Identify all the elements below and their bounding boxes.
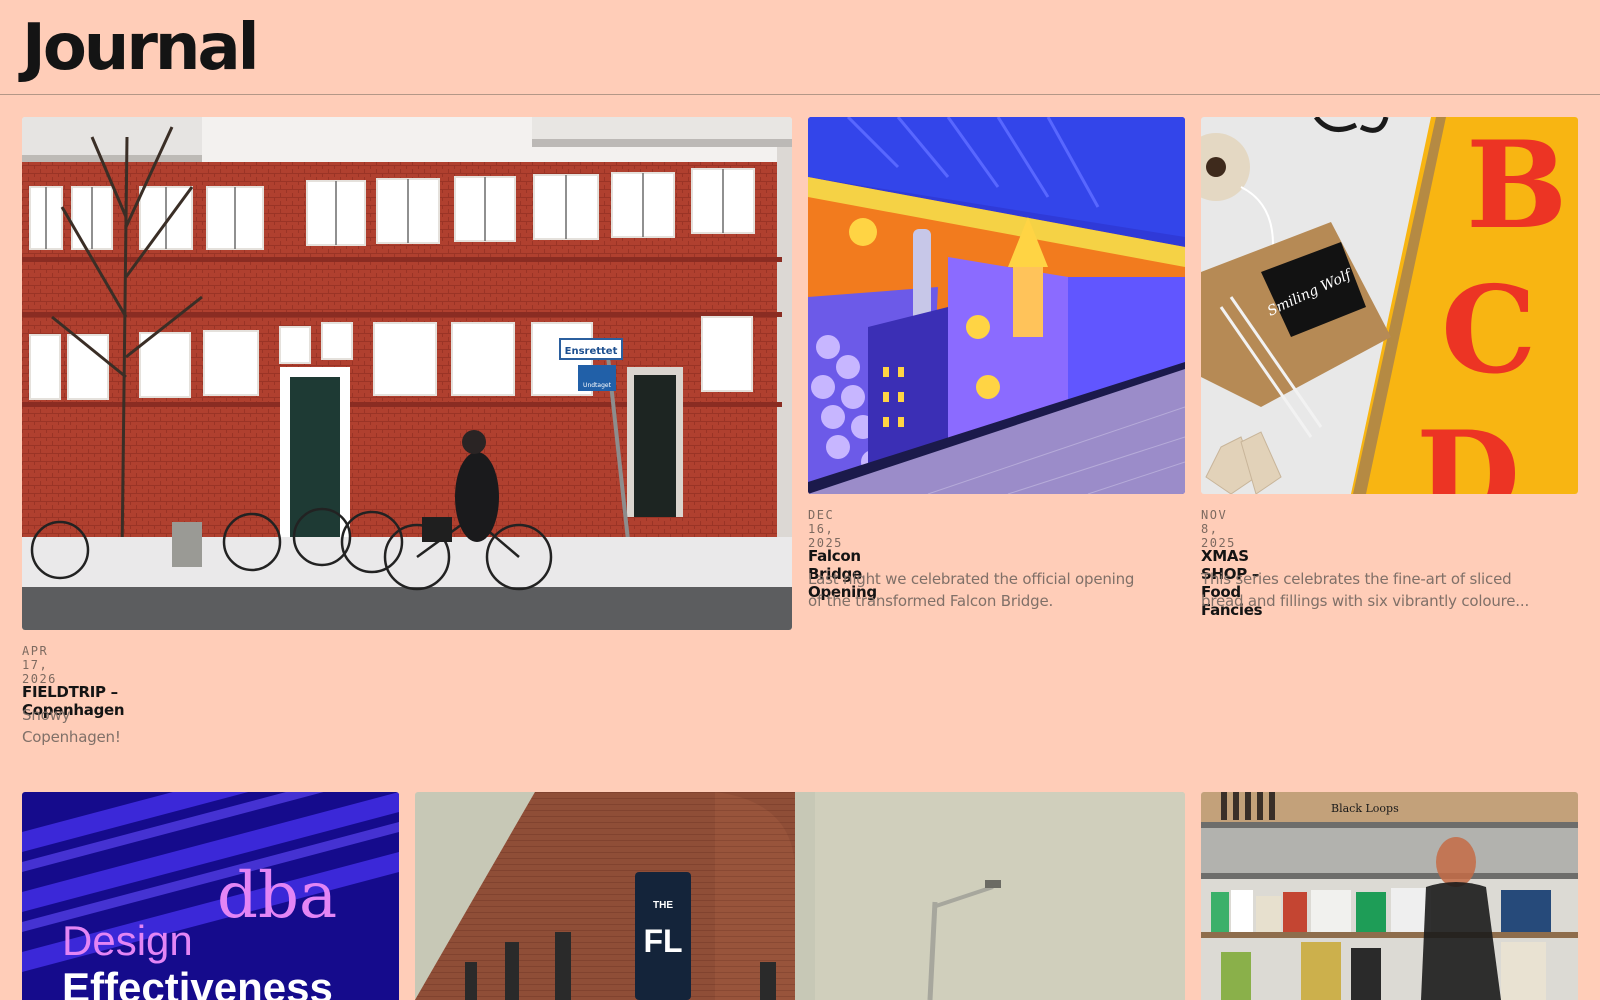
dba-effectiveness-text: Effectiveness [62,964,333,1000]
poster-letter-c: C [1441,260,1537,401]
sign-ensrettet: Ensrettet [565,346,618,357]
dba-wordmark: dba [217,859,337,933]
card-image-falcon-bridge-mural[interactable] [808,117,1185,494]
post-date: NOV 8, 2025 [1201,508,1236,550]
card-image-xmas-shop[interactable]: B C D Smiling Wolf [1201,117,1578,494]
post-excerpt-line: bread and fillings with six vibrantly co… [1201,592,1530,610]
post-excerpt-line: Last night we celebrated the official op… [808,570,1135,588]
building-sign-main: FL [643,923,682,959]
card-image-shop-shelves[interactable]: Black Loops [1201,792,1578,1000]
card-image-dba-design-effectiveness[interactable]: dba Design Effectiveness [22,792,399,1000]
post-date: APR 17, 2026 [22,644,57,686]
post-excerpt: Last night we celebrated the official op… [808,568,1148,612]
poster-letter-d: D [1416,405,1520,494]
card-image-copenhagen-street[interactable]: Ensrettet Undtaget [22,117,792,630]
post-date: DEC 16, 2025 [808,508,843,550]
dba-design-text: Design [62,917,193,964]
page-header: Journal [0,0,1600,95]
page-title: Journal [22,11,260,85]
post-excerpt-line: of the transformed Falcon Bridge. [808,592,1054,610]
building-sign-the: THE [653,900,673,911]
post-excerpt: Snowy Copenhagen! [22,706,121,746]
shelf-box-label: Black Loops [1331,802,1399,815]
post-excerpt: This series celebrates the fine-art of s… [1201,568,1541,612]
post-excerpt-line: This series celebrates the fine-art of s… [1201,570,1512,588]
poster-letter-b: B [1466,117,1567,256]
card-image-brick-building[interactable]: THE FL [415,792,1185,1000]
sign-undtaget: Undtaget [583,382,612,389]
